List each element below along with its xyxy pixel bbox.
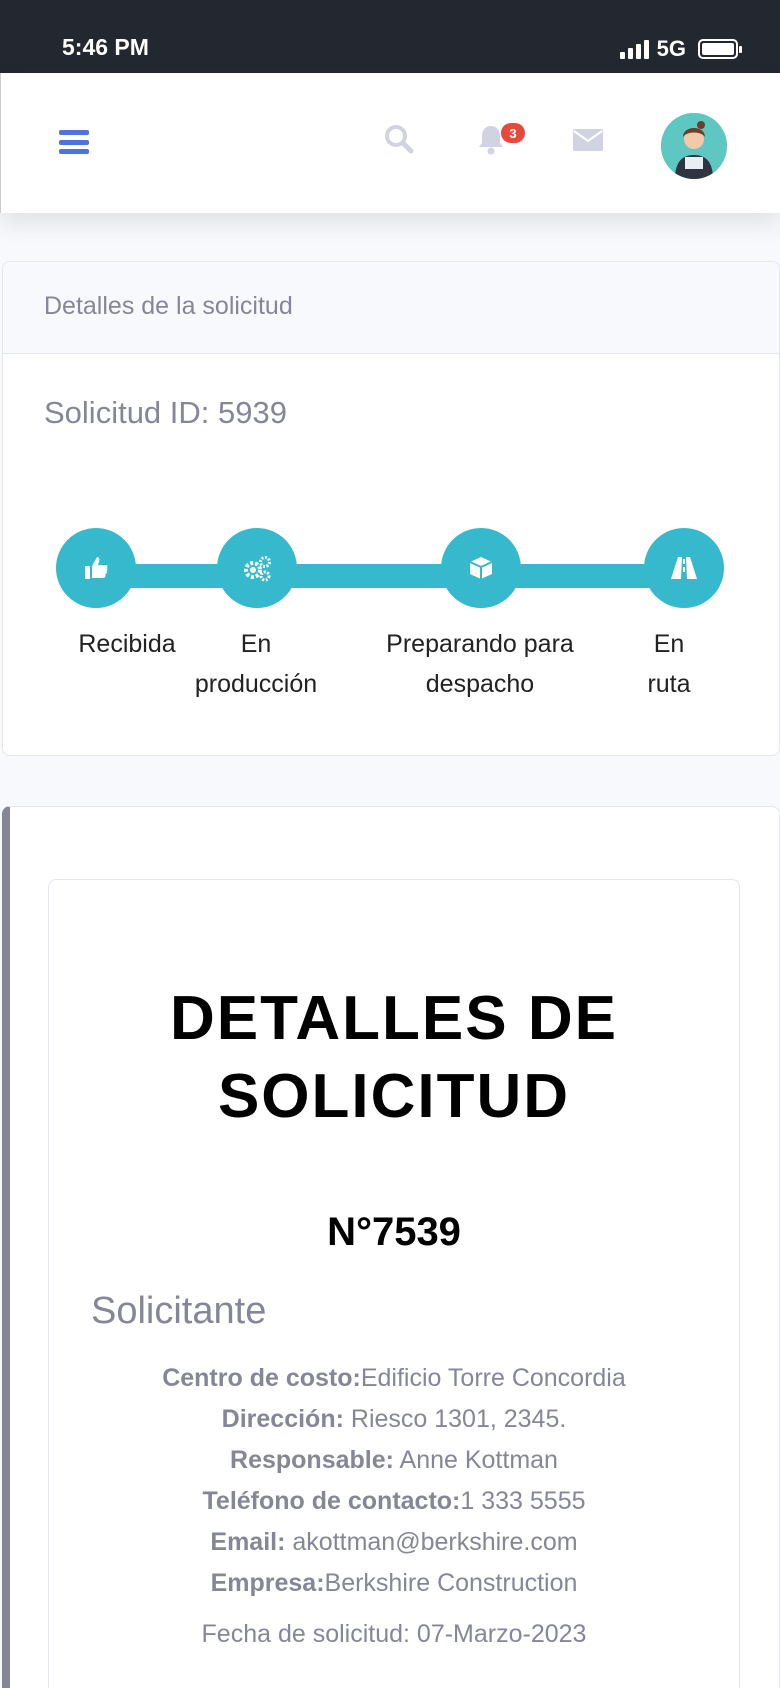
progress-track — [93, 564, 653, 588]
step-label-preparing: Preparando para despacho — [386, 630, 574, 698]
thumbs-up-icon — [85, 557, 108, 579]
top-navbar: 3 — [0, 73, 780, 213]
field-email: Email: akottman@berkshire.com — [210, 1528, 578, 1556]
step-label-received: Recibida — [78, 630, 176, 658]
status-time: 5:46 PM — [62, 34, 149, 60]
request-date: Fecha de solicitud: 07-Marzo-2023 — [201, 1620, 587, 1648]
step-on-route — [644, 528, 724, 608]
signal-icon — [619, 39, 649, 59]
network-label: 5G — [656, 36, 686, 61]
avatar-illustration-icon — [661, 113, 727, 179]
request-number: N°7539 — [327, 1210, 461, 1254]
status-bar: 5:46 PM 5G — [0, 0, 780, 73]
step-received — [56, 528, 136, 608]
envelope-icon[interactable] — [573, 129, 603, 151]
search-icon[interactable] — [383, 123, 415, 155]
field-responsible: Responsable: Anne Kottman — [230, 1446, 558, 1474]
notification-badge: 3 — [501, 123, 525, 143]
section-heading: Solicitante — [91, 1290, 267, 1332]
step-production — [217, 528, 297, 608]
card-title: Detalles de la solicitud — [44, 292, 293, 320]
details-title: DETALLES DE SOLICITUD — [170, 984, 618, 1131]
user-avatar[interactable] — [661, 113, 727, 179]
field-address: Dirección: Riesco 1301, 2345. — [221, 1405, 567, 1433]
step-preparing — [441, 528, 521, 608]
road-icon — [671, 557, 697, 579]
status-icons: 5G — [619, 36, 742, 62]
menu-toggle-icon[interactable] — [59, 130, 89, 154]
requester-info: Centro de costo:Edificio Torre Concordia… — [48, 1358, 740, 1604]
step-label-production: En producción — [194, 630, 318, 698]
request-id: Solicitud ID: 5939 — [44, 395, 287, 430]
battery-icon — [698, 39, 742, 59]
box-icon — [469, 557, 493, 579]
step-label-on-route: En ruta — [647, 630, 691, 698]
field-phone: Teléfono de contacto:1 333 5555 — [202, 1487, 586, 1515]
field-company: Empresa:Berkshire Construction — [210, 1569, 578, 1597]
cogs-icon — [244, 556, 271, 582]
field-cost-center: Centro de costo:Edificio Torre Concordia — [162, 1364, 626, 1392]
request-status-card: Detalles de la solicitud Solicitud ID: 5… — [2, 261, 780, 756]
